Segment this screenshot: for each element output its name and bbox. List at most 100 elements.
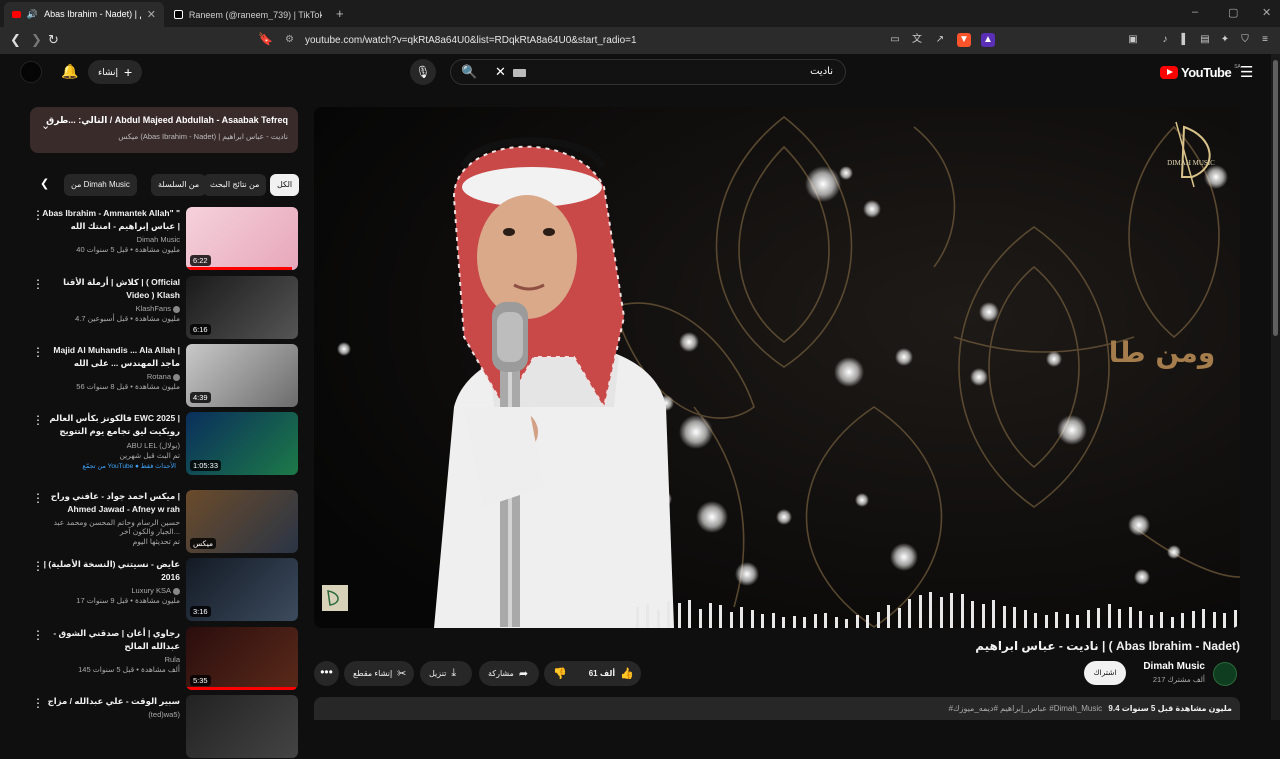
like-dislike-group: 👎 61 ألف 👍 xyxy=(544,661,641,686)
list-item[interactable]: ⋮ Abas Ibrahim - Ammantek Allah" " عباس إ… xyxy=(30,207,298,271)
duration-badge: ميكس xyxy=(190,538,216,549)
chip-from-series[interactable]: من السلسلة xyxy=(151,174,207,196)
chip-from-channel[interactable]: من Dimah Music xyxy=(64,174,137,196)
channel-avatar[interactable] xyxy=(1213,662,1237,686)
leo-icon[interactable]: ✦ xyxy=(1218,33,1232,47)
page-scrollbar[interactable] xyxy=(1271,54,1280,720)
video-title[interactable]: فالكونز بكأس العالم EWC 2025 | رويكيت لي… xyxy=(38,412,180,439)
tab-close-icon[interactable]: ✕ xyxy=(147,8,156,21)
video-title[interactable]: عايض - نسيتني (النسخة الأصلية) | 2016 xyxy=(38,558,180,584)
subscribe-button[interactable]: اشتراك xyxy=(1084,661,1126,685)
video-player[interactable]: DIMAH MUSIC ومن طا xyxy=(314,107,1240,628)
video-thumbnail[interactable]: 4:39 xyxy=(186,344,298,407)
list-item[interactable]: ⋮ Majid Al Muhandis ... Ala Allah | ماجد … xyxy=(30,344,298,408)
brave-shield-icon[interactable]: ▼ xyxy=(957,33,971,47)
duration-badge: 4:39 xyxy=(190,392,211,403)
channel-name[interactable]: Rotana xyxy=(38,372,180,381)
clip-button[interactable]: إنشاء مقطع ✂ xyxy=(344,661,414,686)
vpn-icon[interactable]: ⛉ xyxy=(1238,33,1252,47)
duration-badge: 6:22 xyxy=(190,255,211,266)
thumb-up-icon[interactable]: 👍 xyxy=(620,667,634,680)
bell-icon[interactable]: 🔔 xyxy=(61,63,78,80)
create-label: إنشاء xyxy=(98,66,119,77)
channel-name[interactable]: Luxury KSA xyxy=(38,586,180,595)
video-title[interactable]: سبير الوقت - علي عبدالله / مزاج xyxy=(38,695,180,708)
video-thumbnail[interactable]: 6:22 xyxy=(186,207,298,270)
channel-name-text: (ted)wa5) xyxy=(148,710,180,719)
share-icon[interactable]: ↗ xyxy=(933,33,947,47)
menu-icon[interactable]: ≡ xyxy=(1258,33,1272,47)
site-info-icon[interactable]: ⚙ xyxy=(285,34,294,45)
sidebar-icon[interactable]: ▣ xyxy=(1126,33,1140,47)
arrow-left-icon[interactable]: ❮ xyxy=(10,32,21,48)
wallet-icon[interactable]: ▤ xyxy=(1198,33,1212,47)
keyboard-icon[interactable] xyxy=(513,69,526,77)
bookmark-icon[interactable]: 🔖 xyxy=(258,32,273,46)
video-meta: 17 مليون مشاهدة • قبل 9 سنوات xyxy=(76,596,180,605)
chip-from-search[interactable]: من نتائج البحث xyxy=(203,174,267,196)
share-button[interactable]: مشاركة ➦ xyxy=(479,661,539,686)
tab-tiktok[interactable]: Raneem (@raneem_739) | TikTok xyxy=(166,2,330,27)
watch-progress xyxy=(186,687,296,690)
chevron-left-icon[interactable]: ❮ xyxy=(40,177,49,190)
list-item[interactable]: ⋮ ميكس احمد جواد - عافني وراح | Ahmed Jaw… xyxy=(30,490,298,554)
download-button[interactable]: تنزيل ⤓ xyxy=(420,661,472,686)
arrow-right-icon[interactable]: ❯ xyxy=(31,32,42,48)
youtube-logo[interactable]: YouTube SA xyxy=(1160,64,1241,80)
thumb-down-icon[interactable]: 👎 xyxy=(553,667,567,680)
new-tab-button[interactable]: + xyxy=(336,6,344,21)
description-box[interactable]: #عباس_إبراهيم #ديمه_ميوزك #Dimah_Music 9… xyxy=(314,697,1240,720)
more-actions-button[interactable]: ••• xyxy=(314,661,339,686)
video-thumbnail[interactable]: ميكس xyxy=(186,490,298,553)
video-title[interactable]: رجاوي | أغان | صدقني الشوق - عبدالله الم… xyxy=(38,627,180,653)
video-thumbnail[interactable]: 5:35 xyxy=(186,627,298,690)
minimize-button[interactable]: – xyxy=(1192,6,1198,18)
channel-name[interactable]: حسين الرسام وحاتم المحسن ومحمد عبد الجبا… xyxy=(38,518,180,536)
close-window-button[interactable]: ✕ xyxy=(1262,6,1271,19)
list-item[interactable]: ⋮ سبير الوقت - علي عبدالله / مزاج (ted)wa5… xyxy=(30,695,298,759)
search-icon[interactable]: 🔍 xyxy=(461,64,477,80)
close-icon[interactable]: ✕ xyxy=(495,64,506,80)
like-count[interactable]: 61 ألف xyxy=(589,669,615,678)
list-item[interactable]: ⋮ رجاوي | أغان | صدقني الشوق - عبدالله ال… xyxy=(30,627,298,691)
music-icon[interactable]: ♪ xyxy=(1158,33,1172,47)
channel-name[interactable]: ABU LEL (بولال) xyxy=(38,441,180,450)
corner-logo-icon xyxy=(322,585,348,611)
list-item[interactable]: ⋮ كلاش | أرملة الأقنا | ( Official Video … xyxy=(30,276,298,340)
video-title[interactable]: Majid Al Muhandis ... Ala Allah | ماجد ا… xyxy=(38,344,180,370)
list-item[interactable]: ⋮ عايض - نسيتني (النسخة الأصلية) | 2016 Lu… xyxy=(30,558,298,622)
hashtags[interactable]: #عباس_إبراهيم #ديمه_ميوزك #Dimah_Music xyxy=(949,704,1103,713)
hamburger-menu-icon[interactable]: ☰ xyxy=(1240,63,1253,81)
cast-icon[interactable]: ▭ xyxy=(888,33,902,47)
create-button[interactable]: إنشاء + xyxy=(88,60,143,84)
filter-chips: ❮ من Dimah Music من السلسلة من نتائج الب… xyxy=(36,174,300,196)
share-label: مشاركة xyxy=(488,669,514,678)
playlist-card[interactable]: ⌄ التالي: ...طرق / Abdul Majeed Abdullah… xyxy=(30,107,298,153)
list-item[interactable]: ⋮ فالكونز بكأس العالم EWC 2025 | رويكيت ل… xyxy=(30,412,298,476)
rewards-icon[interactable]: ▲ xyxy=(981,33,995,47)
reload-icon[interactable]: ↻ xyxy=(48,32,59,48)
watch-progress xyxy=(186,267,293,270)
video-thumbnail[interactable]: 3:16 xyxy=(186,558,298,621)
channel-name[interactable]: Dimah Music xyxy=(38,235,180,244)
video-thumbnail[interactable]: 6:16 xyxy=(186,276,298,339)
channel-name[interactable]: Rula xyxy=(38,655,180,664)
translate-icon[interactable]: 文 xyxy=(910,33,924,47)
video-title[interactable]: ميكس احمد جواد - عافني وراح | Ahmed Jawa… xyxy=(38,490,180,516)
url-field[interactable]: youtube.com/watch?v=qkRtA8a64U0&list=RDq… xyxy=(305,35,637,46)
mic-icon[interactable]: 🎙 xyxy=(410,59,436,85)
channel-name[interactable]: Dimah Music xyxy=(1143,661,1205,672)
channel-name[interactable]: KlashFans xyxy=(38,304,180,313)
video-thumbnail[interactable] xyxy=(186,695,298,758)
maximize-button[interactable]: ▢ xyxy=(1228,6,1238,19)
video-meta: 4.7 مليون مشاهدة • قبل أسبوعين xyxy=(75,314,180,323)
video-title[interactable]: كلاش | أرملة الأقنا | ( Official Video )… xyxy=(38,276,180,302)
tab-youtube[interactable]: 🔊 Abas Ibrahim - Nadet) | عيم ✕ xyxy=(4,2,164,27)
channel-name[interactable]: (ted)wa5) xyxy=(38,710,180,719)
video-title[interactable]: Abas Ibrahim - Ammantek Allah" " عباس إب… xyxy=(38,207,180,233)
video-thumbnail[interactable]: 1:05:33 xyxy=(186,412,298,475)
reader-icon[interactable]: ▌ xyxy=(1178,33,1192,47)
chip-all[interactable]: الكل xyxy=(270,174,300,196)
search-input[interactable]: 🔍 ✕ ناديت xyxy=(450,59,846,85)
avatar[interactable] xyxy=(20,61,42,83)
